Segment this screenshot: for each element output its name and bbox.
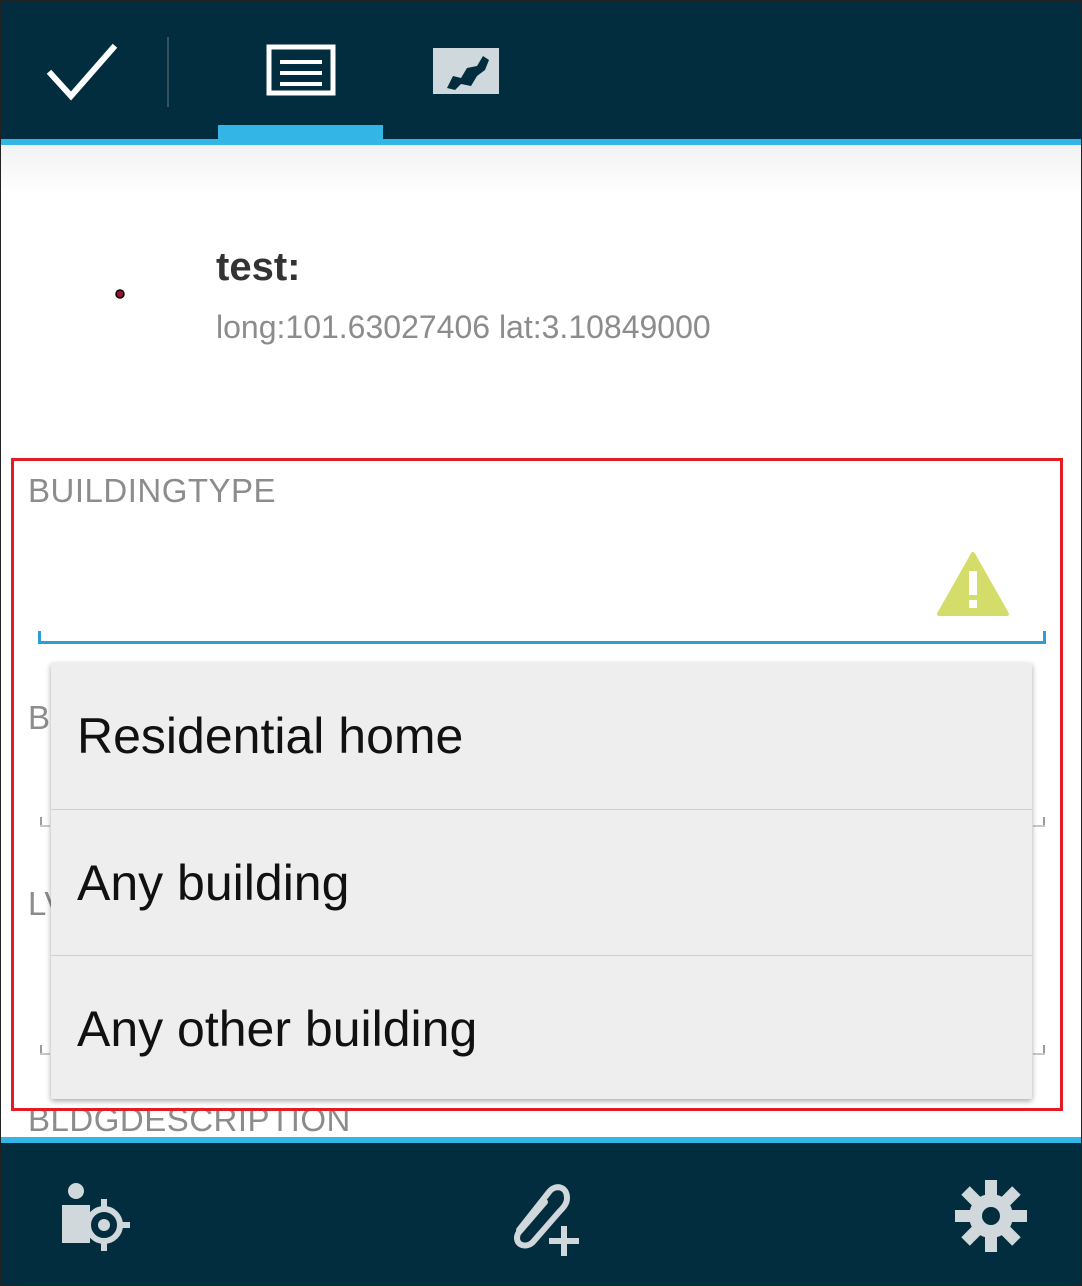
app-screen: test: long:101.63027406 lat:3.10849000 B… [0, 0, 1082, 1286]
point-feature-icon [115, 289, 125, 299]
active-tab-indicator [218, 125, 383, 139]
tab-form[interactable] [241, 31, 361, 111]
map-icon [433, 48, 499, 94]
tab-map[interactable] [411, 31, 521, 111]
gps-user-icon[interactable] [49, 1171, 139, 1261]
feature-title: test: [216, 245, 301, 289]
header-shadow [1, 145, 1081, 195]
feature-coordinates: long:101.63027406 lat:3.10849000 [216, 309, 711, 345]
highlight-box [11, 458, 1063, 1111]
toolbar-divider [167, 37, 169, 107]
settings-gear-icon[interactable] [946, 1171, 1036, 1261]
form-list-icon [266, 44, 336, 96]
attach-add-icon[interactable] [496, 1169, 591, 1264]
top-toolbar [1, 1, 1081, 139]
check-icon[interactable] [31, 31, 131, 111]
